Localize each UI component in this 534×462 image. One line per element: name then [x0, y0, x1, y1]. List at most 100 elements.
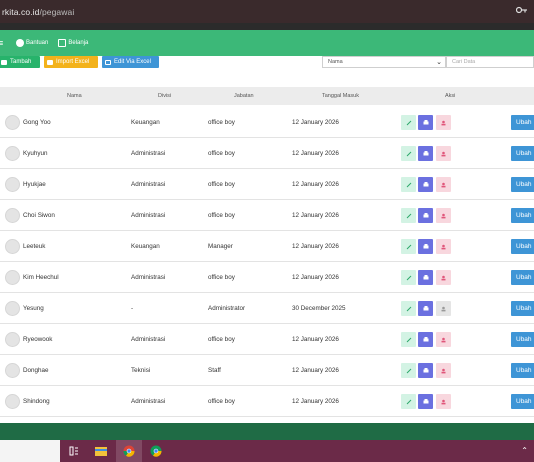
column-header-tanggal-masuk[interactable]: Tanggal Masuk	[322, 93, 359, 99]
ubah-button[interactable]: Ubah	[511, 239, 534, 254]
ubah-button[interactable]: Ubah	[511, 115, 534, 130]
import-excel-button[interactable]: Import Excel	[44, 56, 98, 68]
employee-join-date: 12 January 2026	[292, 367, 339, 374]
table-row: Choi Siwon Administrasi office boy 12 Janua…	[0, 200, 534, 231]
avatar	[5, 115, 20, 130]
employee-join-date: 12 January 2026	[292, 119, 339, 126]
taskbar-search[interactable]	[0, 440, 60, 462]
edit-row-button[interactable]	[401, 115, 416, 130]
delete-user-button[interactable]	[436, 332, 451, 347]
menu-icon[interactable]: ≡	[0, 38, 6, 48]
column-header-jabatan[interactable]: Jabatan	[234, 93, 254, 99]
print-icon	[423, 368, 428, 373]
edit-row-button[interactable]	[401, 239, 416, 254]
user-minus-icon	[441, 151, 445, 156]
ubah-button[interactable]: Ubah	[511, 177, 534, 192]
ubah-button[interactable]: Ubah	[511, 363, 534, 378]
employee-division: Administrasi	[131, 274, 166, 281]
employee-name: Kyuhyun	[23, 150, 48, 157]
search-placeholder: Cari Data	[452, 59, 476, 65]
edit-row-button[interactable]	[401, 208, 416, 223]
view-row-button[interactable]	[418, 270, 433, 285]
employee-position: Staff	[208, 367, 221, 374]
chrome-profile-icon[interactable]	[149, 444, 163, 458]
employee-join-date: 12 January 2026	[292, 336, 339, 343]
url-text[interactable]: rkita.co.id/pegawai	[2, 7, 74, 17]
spreadsheet-icon	[105, 59, 111, 65]
view-row-button[interactable]	[418, 301, 433, 316]
ubah-button[interactable]: Ubah	[511, 146, 534, 161]
edit-row-button[interactable]	[401, 363, 416, 378]
employee-division: -	[131, 305, 134, 312]
table-body: Gong Yoo Keuangan office boy 12 January 202…	[0, 107, 534, 417]
delete-user-button[interactable]	[436, 270, 451, 285]
employee-name: Yesung	[23, 305, 44, 312]
edit-row-button[interactable]	[401, 146, 416, 161]
employee-join-date: 12 January 2026	[292, 274, 339, 281]
nav-item-bantuan[interactable]: Bantuan	[16, 39, 48, 47]
footer-bar	[0, 423, 534, 440]
view-row-button[interactable]	[418, 115, 433, 130]
file-explorer-icon[interactable]	[94, 444, 108, 458]
avatar	[5, 146, 20, 161]
edit-row-button[interactable]	[401, 270, 416, 285]
user-minus-icon	[441, 182, 445, 187]
edit-row-button[interactable]	[401, 177, 416, 192]
view-row-button[interactable]	[418, 332, 433, 347]
view-row-button[interactable]	[418, 208, 433, 223]
user-minus-icon	[441, 306, 445, 311]
employee-join-date: 12 January 2026	[292, 243, 339, 250]
view-row-button[interactable]	[418, 394, 433, 409]
table-row: Hyukjae Administrasi office boy 12 January …	[0, 169, 534, 200]
delete-user-button[interactable]	[436, 208, 451, 223]
employee-position: office boy	[208, 150, 235, 157]
delete-user-button[interactable]	[436, 177, 451, 192]
employee-name: Gong Yoo	[23, 119, 51, 126]
print-icon	[423, 120, 428, 125]
table-row: Yesung - Administrator 30 December 2025 Ubah	[0, 293, 534, 324]
chrome-icon[interactable]	[122, 444, 136, 458]
delete-user-button[interactable]	[436, 301, 451, 316]
address-bar[interactable]: rkita.co.id/pegawai	[0, 0, 534, 23]
delete-user-button[interactable]	[436, 394, 451, 409]
filter-select[interactable]: Nama ⌄	[322, 56, 446, 68]
user-minus-icon	[441, 337, 445, 342]
view-row-button[interactable]	[418, 177, 433, 192]
edit-via-excel-button[interactable]: Edit Via Excel	[102, 56, 159, 68]
employee-name: Kim Heechul	[23, 274, 59, 281]
ubah-button[interactable]: Ubah	[511, 394, 534, 409]
view-row-button[interactable]	[418, 239, 433, 254]
column-header-nama[interactable]: Nama	[67, 93, 82, 99]
view-row-button[interactable]	[418, 363, 433, 378]
ubah-button[interactable]: Ubah	[511, 332, 534, 347]
ubah-button[interactable]: Ubah	[511, 301, 534, 316]
table-row: Kyuhyun Administrasi office boy 12 January …	[0, 138, 534, 169]
add-employee-button[interactable]: Tambah	[0, 56, 40, 68]
search-input[interactable]: Cari Data	[446, 56, 534, 68]
view-row-button[interactable]	[418, 146, 433, 161]
edit-row-button[interactable]	[401, 301, 416, 316]
avatar	[5, 239, 20, 254]
chevron-up-icon[interactable]: ⌃	[521, 446, 528, 455]
edit-row-button[interactable]	[401, 394, 416, 409]
avatar	[5, 301, 20, 316]
nav-item-belanja[interactable]: Belanja	[58, 39, 88, 47]
filter-select-value: Nama	[328, 59, 343, 65]
task-view-icon[interactable]	[67, 444, 81, 458]
delete-user-button[interactable]	[436, 239, 451, 254]
user-minus-icon	[441, 399, 445, 404]
plus-icon	[1, 59, 7, 65]
employee-position: Manager	[208, 243, 233, 250]
nav-item-label: Bantuan	[26, 40, 49, 46]
browser-strip	[0, 23, 534, 30]
table-row: Donghae Teknisi Staff 12 January 2026 Ubah	[0, 355, 534, 386]
delete-user-button[interactable]	[436, 363, 451, 378]
ubah-button[interactable]: Ubah	[511, 208, 534, 223]
key-icon[interactable]	[515, 6, 528, 16]
edit-row-button[interactable]	[401, 332, 416, 347]
delete-user-button[interactable]	[436, 115, 451, 130]
ubah-button[interactable]: Ubah	[511, 270, 534, 285]
column-header-divisi[interactable]: Divisi	[158, 93, 171, 99]
delete-user-button[interactable]	[436, 146, 451, 161]
nav-item-label: Belanja	[68, 40, 89, 46]
